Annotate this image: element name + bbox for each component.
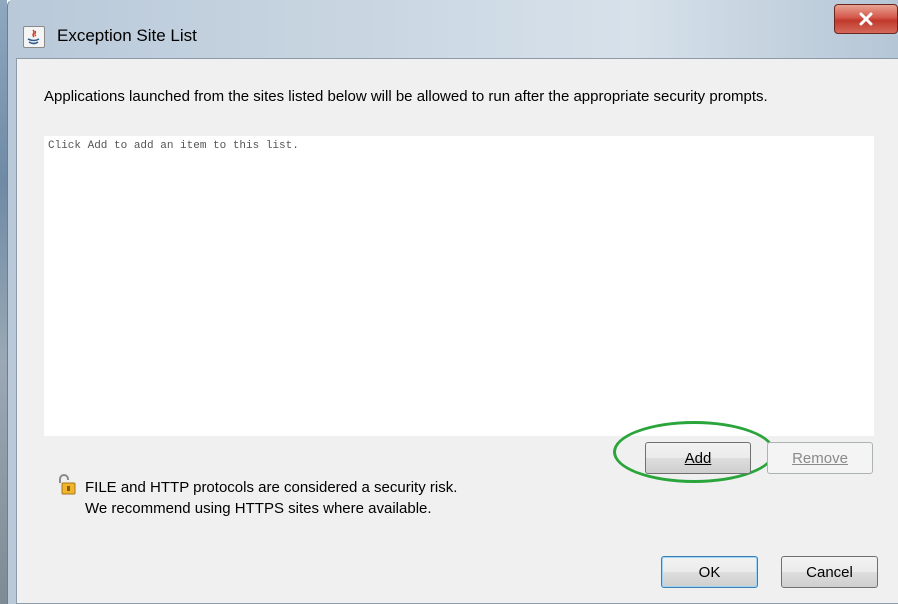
unlocked-padlock-icon [57,473,77,497]
add-button[interactable]: Add [645,442,751,474]
security-warning-line-2: We recommend using HTTPS sites where ava… [85,500,432,517]
window-title: Exception Site List [57,26,197,45]
desktop-background-strip [0,0,7,604]
description-text: Applications launched from the sites lis… [44,88,768,105]
add-button-label: Add [684,449,712,467]
close-icon [859,12,873,26]
site-list[interactable]: Click Add to add an item to this list. [44,136,874,436]
security-warning-text: FILE and HTTP protocols are considered a… [85,477,457,519]
site-list-placeholder: Click Add to add an item to this list. [48,140,299,152]
remove-button-label: Remove [792,449,848,467]
dialog-content: Applications launched from the sites lis… [16,58,898,604]
exception-site-list-dialog: Exception Site List Applications launche… [7,0,898,604]
security-warning-line-1: FILE and HTTP protocols are considered a… [85,479,458,496]
java-icon [23,26,45,48]
close-button[interactable] [834,4,898,34]
remove-button[interactable]: Remove [767,442,873,474]
cancel-button[interactable]: Cancel [781,556,878,588]
ok-button[interactable]: OK [661,556,758,588]
